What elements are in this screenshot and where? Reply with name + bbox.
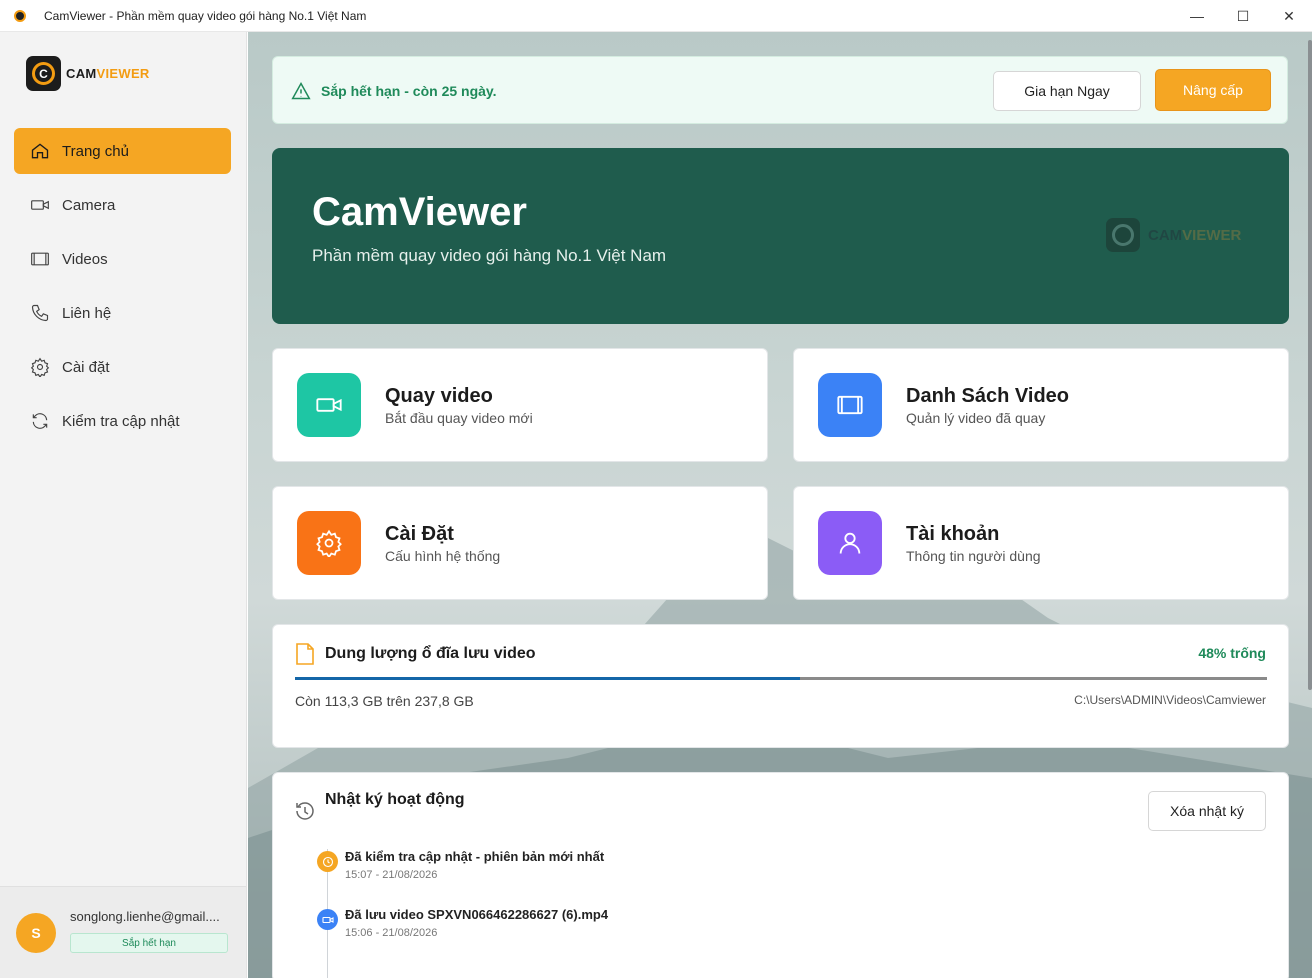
card-subtitle: Quản lý video đã quay — [906, 410, 1046, 426]
storage-title: Dung lượng ổ đĩa lưu video — [325, 645, 536, 662]
alert-message: Sắp hết hạn - còn 25 ngày. — [321, 83, 497, 99]
film-icon — [30, 249, 50, 269]
card-subtitle: Thông tin người dùng — [906, 548, 1041, 564]
sidebar-item-label: Videos — [62, 250, 108, 268]
user-panel[interactable]: S songlong.lienhe@gmail.... Sắp hết hạn — [0, 886, 246, 978]
film-icon — [818, 373, 882, 437]
clock-icon — [317, 851, 338, 872]
sidebar-item-settings[interactable]: Cài đặt — [14, 344, 231, 390]
title-bar: CamViewer - Phần mềm quay video gói hàng… — [0, 0, 1312, 32]
sidebar-item-label: Liên hệ — [62, 304, 112, 322]
card-title: Tài khoản — [906, 523, 1000, 545]
sidebar-item-camera[interactable]: Camera — [14, 182, 231, 228]
hero-banner: CamViewer Phần mềm quay video gói hàng N… — [272, 148, 1289, 324]
card-video-list[interactable]: Danh Sách Video Quản lý video đã quay — [793, 348, 1289, 462]
upgrade-button[interactable]: Nâng cấp — [1155, 69, 1271, 111]
sidebar-item-label: Cài đặt — [62, 358, 110, 376]
card-record-video[interactable]: Quay video Bắt đầu quay video mới — [272, 348, 768, 462]
history-icon — [296, 802, 314, 820]
avatar: S — [16, 913, 56, 953]
log-entry-title: Đã kiểm tra cập nhật - phiên bản mới nhấ… — [345, 849, 605, 864]
sidebar-item-videos[interactable]: Videos — [14, 236, 231, 282]
sidebar-item-contact[interactable]: Liên hệ — [14, 290, 231, 336]
storage-free: 48% trống — [1198, 645, 1266, 661]
minimize-button[interactable]: — — [1174, 0, 1220, 32]
log-title: Nhật ký hoạt động — [325, 791, 465, 808]
hero-title: CamViewer — [312, 190, 527, 234]
storage-progress — [295, 677, 1267, 680]
clear-log-button[interactable]: Xóa nhật ký — [1148, 791, 1266, 831]
log-entry-time: 15:06 - 21/08/2026 — [345, 927, 438, 939]
log-entry-time: 15:07 - 21/08/2026 — [345, 869, 438, 881]
storage-path: C:\Users\ADMIN\Videos\Camviewer — [1074, 693, 1266, 707]
window-controls: — ☐ ✕ — [1174, 0, 1312, 32]
video-camera-icon — [297, 373, 361, 437]
card-title: Danh Sách Video — [906, 385, 1070, 407]
sidebar-item-label: Kiểm tra cập nhật — [62, 412, 180, 430]
close-button[interactable]: ✕ — [1266, 0, 1312, 32]
camera-icon — [30, 195, 50, 215]
log-entry-title: Đã lưu video SPXVN066462286627 (6).mp4 — [345, 907, 609, 922]
storage-panel: Dung lượng ổ đĩa lưu video 48% trống Còn… — [272, 624, 1289, 748]
maximize-button[interactable]: ☐ — [1220, 0, 1266, 32]
storage-summary: Còn 113,3 GB trên 237,8 GB — [295, 693, 474, 709]
activity-log: Nhật ký hoạt động Xóa nhật ký Đã kiểm tr… — [272, 772, 1289, 978]
warning-icon — [291, 81, 311, 100]
card-settings[interactable]: Cài Đặt Cấu hình hệ thống — [272, 486, 768, 600]
user-icon — [818, 511, 882, 575]
refresh-icon — [30, 411, 50, 431]
window-title: CamViewer - Phần mềm quay video gói hàng… — [44, 8, 367, 23]
hero-logo-watermark: CAMVIEWER — [1106, 218, 1241, 252]
app-logo: C CAMVIEWER — [26, 56, 150, 91]
video-camera-icon — [317, 909, 338, 930]
sidebar-item-check-update[interactable]: Kiểm tra cập nhật — [14, 398, 231, 444]
card-title: Quay video — [385, 385, 493, 407]
home-icon — [30, 141, 50, 161]
app-icon — [14, 9, 26, 22]
main-content: Sắp hết hạn - còn 25 ngày. Gia hạn Ngay … — [248, 32, 1312, 978]
scrollbar[interactable] — [1308, 40, 1312, 690]
gear-icon — [30, 357, 50, 377]
hero-subtitle: Phần mềm quay video gói hàng No.1 Việt N… — [312, 246, 667, 265]
gear-icon — [297, 511, 361, 575]
sidebar-item-home[interactable]: Trang chủ — [14, 128, 231, 174]
card-account[interactable]: Tài khoản Thông tin người dùng — [793, 486, 1289, 600]
renew-button[interactable]: Gia hạn Ngay — [993, 71, 1141, 111]
user-email: songlong.lienhe@gmail.... — [70, 909, 220, 924]
sidebar-nav: Trang chủ Camera Videos Liên hệ Cài đặt — [14, 128, 231, 452]
card-subtitle: Cấu hình hệ thống — [385, 548, 501, 564]
sidebar-item-label: Trang chủ — [62, 142, 129, 160]
sidebar-item-label: Camera — [62, 196, 116, 214]
logo-mark: C — [26, 56, 61, 91]
card-subtitle: Bắt đầu quay video mới — [385, 410, 533, 426]
phone-icon — [30, 303, 50, 323]
sidebar: C CAMVIEWER Trang chủ Camera Videos Liên… — [0, 32, 247, 978]
logo-wordmark: CAMVIEWER — [66, 66, 150, 81]
file-icon — [296, 643, 314, 665]
status-badge: Sắp hết hạn — [70, 933, 228, 953]
expiry-alert: Sắp hết hạn - còn 25 ngày. Gia hạn Ngay … — [272, 56, 1288, 124]
card-title: Cài Đặt — [385, 523, 454, 545]
